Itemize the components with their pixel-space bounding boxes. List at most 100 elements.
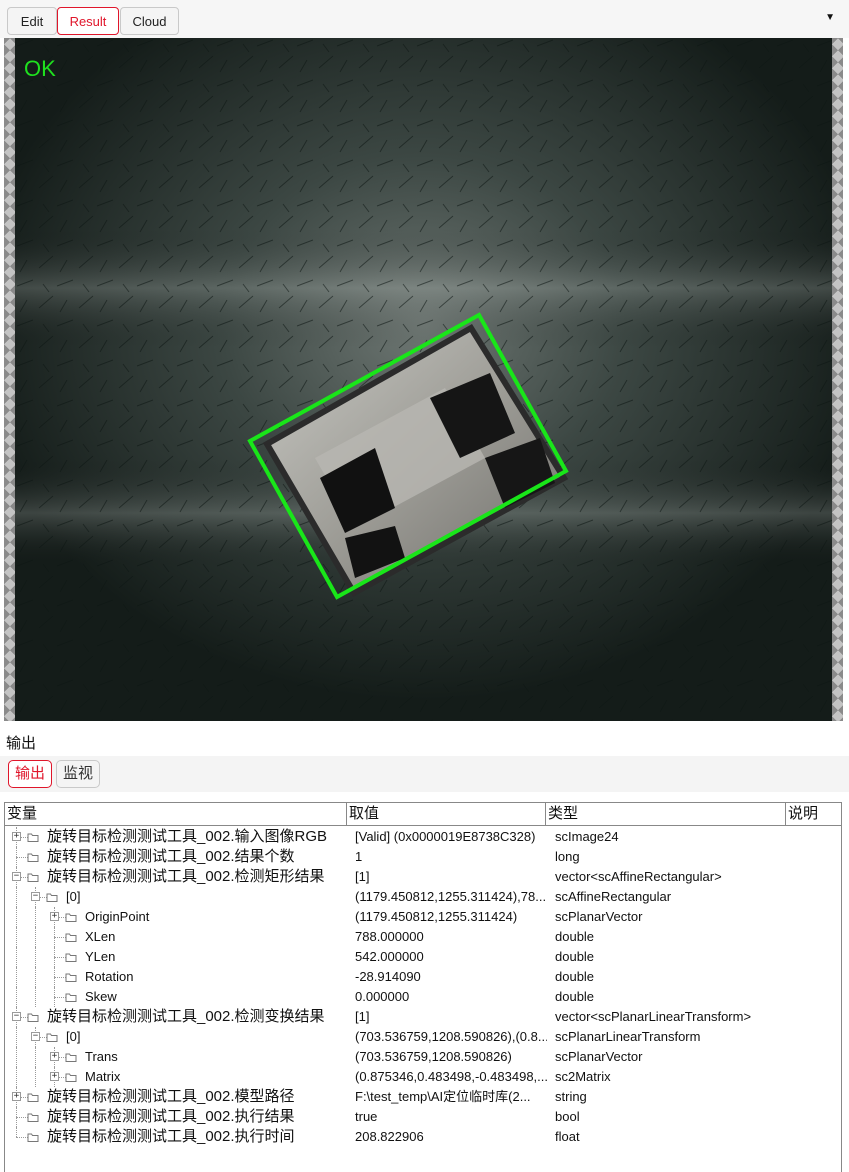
variable-type: double (555, 969, 595, 984)
table-row[interactable]: XLen 788.000000 double (5, 927, 841, 947)
folder-icon (46, 890, 58, 908)
collapse-icon[interactable]: − (31, 1032, 40, 1041)
folder-icon (27, 1110, 39, 1128)
tree-connector (16, 887, 17, 907)
tree-connector (54, 987, 55, 1007)
tree-connector (16, 907, 17, 927)
variable-value: 208.822906 (355, 1129, 424, 1144)
variable-value: [1] (355, 1009, 370, 1024)
tree-connector (54, 947, 55, 967)
table-row[interactable]: + Trans (703.536759,1208.590826) scPlanarVe… (5, 1047, 841, 1067)
variable-type: vector<scAffineRectangular> (555, 869, 722, 884)
tab-edit[interactable]: Edit (7, 7, 57, 35)
right-border-pattern (832, 38, 843, 721)
table-row[interactable]: 旋转目标检测测试工具_002.执行结果 true bool (5, 1107, 841, 1127)
tree-connector (35, 947, 36, 967)
variable-name: 旋转目标检测测试工具_002.检测矩形结果 (47, 868, 325, 885)
table-row[interactable]: − 旋转目标检测测试工具_002.检测矩形结果 [1] vector<scAffine… (5, 867, 841, 887)
variable-type: long (555, 849, 580, 864)
variable-type: double (555, 989, 595, 1004)
folder-icon (65, 990, 77, 1008)
variable-name: 旋转目标检测测试工具_002.结果个数 (47, 848, 295, 865)
variable-type: double (555, 949, 595, 964)
variable-type: scPlanarVector (555, 1049, 643, 1064)
table-row[interactable]: + OriginPoint (1179.450812,1255.311424) scP… (5, 907, 841, 927)
tree-connector (35, 987, 36, 1007)
table-row[interactable]: + 旋转目标检测测试工具_002.模型路径 F:\test_temp\AI定位临时库… (5, 1087, 841, 1107)
table-row[interactable]: 旋转目标检测测试工具_002.结果个数 1 long (5, 847, 841, 867)
column-header-value[interactable]: 取值 (347, 803, 546, 825)
variable-value: (703.536759,1208.590826),(0.8... (355, 1029, 547, 1044)
folder-icon (27, 850, 39, 868)
expand-icon[interactable]: + (50, 1052, 59, 1061)
table-row[interactable]: 旋转目标检测测试工具_002.执行时间 208.822906 float (5, 1127, 841, 1147)
tree-connector (16, 847, 17, 867)
variable-name: [0] (66, 889, 81, 904)
variable-type: scPlanarLinearTransform (555, 1029, 701, 1044)
variable-value: 542.000000 (355, 949, 424, 964)
table-row[interactable]: − [0] (1179.450812,1255.311424),78... scAff… (5, 887, 841, 907)
variable-tree-table[interactable]: 变量 取值 类型 说明 + 旋转目标检测测试工具_002.输入图像RGB [Vali… (4, 802, 842, 1172)
column-header-variable[interactable]: 变量 (5, 803, 347, 825)
column-header-description[interactable]: 说明 (786, 803, 843, 825)
variable-type: string (555, 1089, 587, 1104)
variable-name: 旋转目标检测测试工具_002.模型路径 (47, 1088, 295, 1105)
table-row[interactable]: Rotation -28.914090 double (5, 967, 841, 987)
tree-connector (16, 1047, 17, 1067)
table-row[interactable]: Skew 0.000000 double (5, 987, 841, 1007)
tab-result[interactable]: Result (57, 7, 119, 35)
variable-name: 旋转目标检测测试工具_002.执行结果 (47, 1108, 295, 1125)
variable-type: vector<scPlanarLinearTransform> (555, 1009, 752, 1024)
column-header-type[interactable]: 类型 (546, 803, 786, 825)
variable-value: [Valid] (0x0000019E8738C328) (355, 829, 536, 844)
variable-type: scPlanarVector (555, 909, 643, 924)
table-row[interactable]: + Matrix (0.875346,0.483498,-0.483498,... s… (5, 1067, 841, 1087)
variable-value: -28.914090 (355, 969, 421, 984)
variable-type: sc2Matrix (555, 1069, 611, 1084)
chevron-down-icon[interactable]: ▼ (825, 12, 835, 23)
expand-icon[interactable]: + (12, 1092, 21, 1101)
collapse-icon[interactable]: − (31, 892, 40, 901)
variable-value: F:\test_temp\AI定位临时库(2... (355, 1089, 531, 1104)
tree-connector (16, 1107, 17, 1127)
table-row[interactable]: − [0] (703.536759,1208.590826),(0.8... scPl… (5, 1027, 841, 1047)
variable-type: scImage24 (555, 829, 619, 844)
output-section-title: 输出 (6, 735, 37, 752)
folder-icon (46, 1030, 58, 1048)
variable-name: XLen (85, 929, 116, 944)
tree-connector (16, 1067, 17, 1087)
expand-icon[interactable]: + (12, 832, 21, 841)
tree-connector (16, 927, 17, 947)
collapse-icon[interactable]: − (12, 872, 21, 881)
folder-icon (27, 870, 39, 888)
folder-icon (27, 1090, 39, 1108)
tree-connector (54, 967, 55, 987)
variable-value: (703.536759,1208.590826) (355, 1049, 512, 1064)
expand-icon[interactable]: + (50, 912, 59, 921)
variable-value: 788.000000 (355, 929, 424, 944)
tab-output[interactable]: 输出 (8, 760, 53, 788)
variable-name: 旋转目标检测测试工具_002.输入图像RGB (47, 828, 328, 845)
folder-icon (65, 930, 77, 948)
collapse-icon[interactable]: − (12, 1012, 21, 1021)
variable-value: (1179.450812,1255.311424),78... (355, 889, 547, 904)
tree-connector (35, 1067, 36, 1087)
variable-type: float (555, 1129, 580, 1144)
output-subtab-bar: 输出 监视 (0, 756, 849, 792)
variable-value: 1 (355, 849, 363, 864)
result-image-viewer[interactable]: OK (4, 38, 843, 721)
table-row[interactable]: + 旋转目标检测测试工具_002.输入图像RGB [Valid] (0x000001… (5, 827, 841, 847)
variable-name: Trans (85, 1049, 118, 1064)
tab-monitor[interactable]: 监视 (56, 760, 101, 788)
folder-icon (65, 970, 77, 988)
variable-type: double (555, 929, 595, 944)
expand-icon[interactable]: + (50, 1072, 59, 1081)
folder-icon (65, 950, 77, 968)
variable-name: Matrix (85, 1069, 121, 1084)
table-row[interactable]: − 旋转目标检测测试工具_002.检测变换结果 [1] vector<scPlanar… (5, 1007, 841, 1027)
tree-connector (35, 907, 36, 927)
tab-cloud[interactable]: Cloud (120, 7, 179, 35)
variable-name: 旋转目标检测测试工具_002.执行时间 (47, 1128, 295, 1145)
variable-value: (1179.450812,1255.311424) (355, 909, 518, 924)
table-row[interactable]: YLen 542.000000 double (5, 947, 841, 967)
